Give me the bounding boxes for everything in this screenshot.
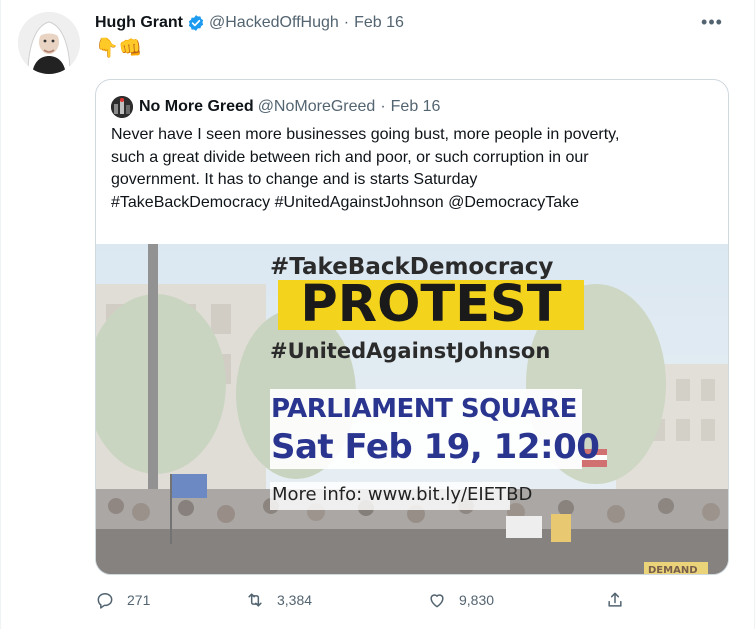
author-handle[interactable]: @HackedOffHugh	[209, 14, 339, 32]
reply-button[interactable]: 271	[95, 590, 150, 610]
reply-count: 271	[127, 592, 151, 608]
quoted-text-line: such a great divide between rich and poo…	[111, 148, 589, 166]
protest-poster-image[interactable]: DEMAND #TakeBackDemocracy PROTEST #Unite…	[96, 244, 728, 574]
share-icon	[608, 592, 622, 607]
poster-headline: PROTEST	[300, 275, 562, 334]
reply-icon	[97, 593, 113, 609]
verified-badge-icon	[187, 14, 205, 32]
retweet-button[interactable]: 3,384	[245, 590, 312, 610]
retweet-icon	[248, 593, 262, 607]
like-button[interactable]: 9,830	[427, 590, 494, 610]
tweet-text: 👇👊	[95, 38, 143, 59]
quoted-text-line: government. It has to change and is star…	[111, 171, 478, 188]
quoted-text-line: Never have I seen more businesses going …	[111, 126, 620, 143]
tweet-header: Hugh Grant @HackedOffHugh · Feb 16	[95, 14, 404, 32]
author-avatar[interactable]	[18, 12, 80, 74]
tweet-date[interactable]: Feb 16	[354, 14, 404, 32]
quoted-tweet-header: No More Greed @NoMoreGreed · Feb 16	[111, 96, 440, 118]
quoted-tweet-text: Never have I seen more businesses going …	[111, 124, 721, 214]
heart-icon	[430, 594, 444, 608]
poster-text-overlay: #TakeBackDemocracy PROTEST #UnitedAgains…	[268, 244, 600, 574]
quoted-tweet[interactable]: No More Greed @NoMoreGreed · Feb 16 Neve…	[95, 79, 729, 575]
quoted-separator-dot: ·	[380, 98, 386, 115]
poster-headline-box: PROTEST	[278, 275, 584, 334]
avatar-image	[18, 12, 80, 74]
like-count: 9,830	[459, 592, 495, 608]
share-button[interactable]	[605, 590, 637, 610]
poster-location: PARLIAMENT SQUARE	[271, 394, 577, 424]
poster-datetime: Sat Feb 19, 12:00	[271, 427, 600, 467]
quoted-author-name: No More Greed	[139, 98, 254, 115]
separator-dot: ·	[343, 14, 350, 31]
tweet-actions: 271 3,384 9,830	[95, 590, 635, 616]
quoted-author-avatar	[111, 96, 133, 118]
quoted-author-handle: @NoMoreGreed	[257, 98, 376, 115]
retweet-count: 3,384	[277, 592, 313, 608]
poster-info: More info: www.bit.ly/EIETBD	[272, 484, 533, 505]
tweet-container: Hugh Grant @HackedOffHugh · Feb 16 ••• 👇…	[0, 0, 755, 629]
quoted-text-line: #TakeBackDemocracy #UnitedAgainstJohnson…	[111, 193, 580, 211]
poster-hashtag-bottom: #UnitedAgainstJohnson	[270, 339, 551, 363]
more-options-icon[interactable]: •••	[700, 10, 724, 34]
author-name[interactable]: Hugh Grant	[95, 14, 183, 32]
quoted-tweet-date: Feb 16	[390, 98, 441, 115]
